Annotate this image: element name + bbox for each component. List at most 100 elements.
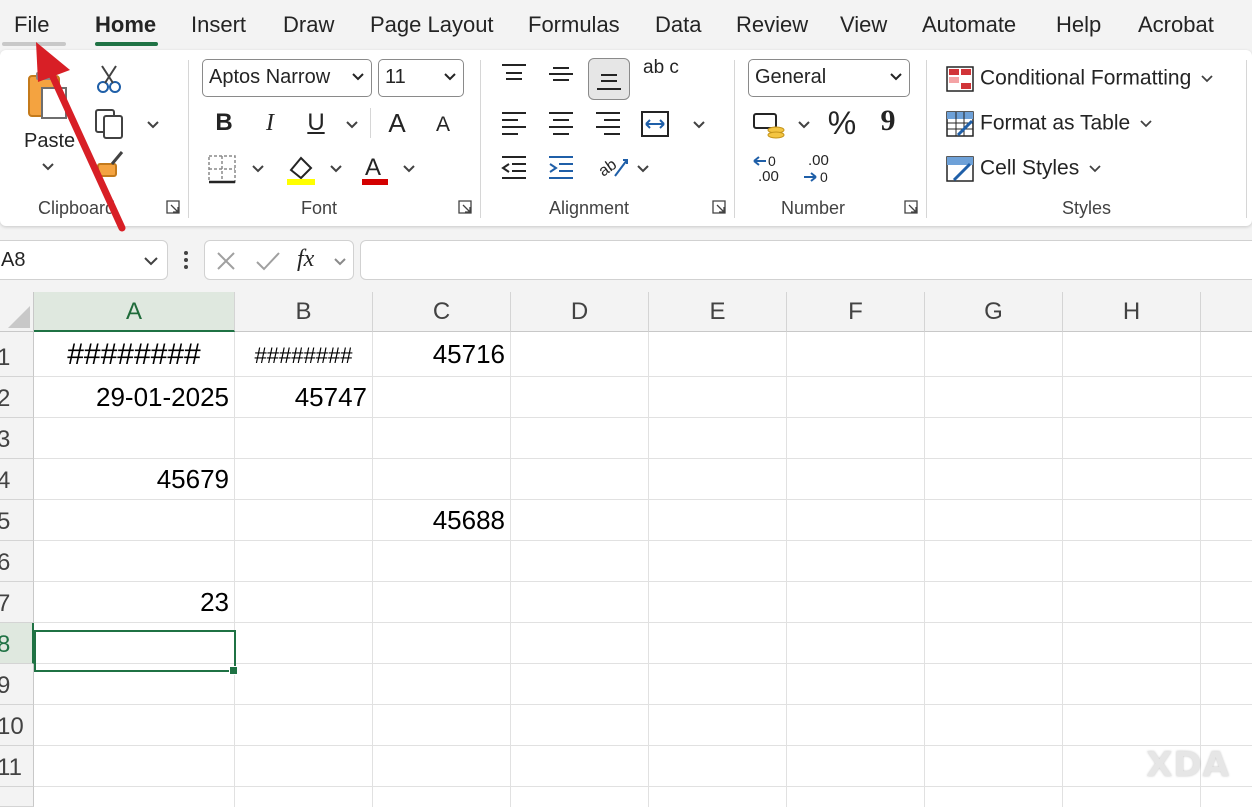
chevron-down-icon[interactable] xyxy=(345,120,359,130)
tab-acrobat[interactable]: Acrobat xyxy=(1138,12,1214,38)
chevron-down-icon[interactable] xyxy=(251,164,265,174)
decrease-indent-icon[interactable] xyxy=(500,154,528,182)
tab-automate[interactable]: Automate xyxy=(922,12,1016,38)
column-header-g[interactable]: G xyxy=(925,292,1063,332)
top-align-icon[interactable] xyxy=(500,62,528,86)
dialog-launcher-icon[interactable] xyxy=(712,200,726,214)
bottom-align-button[interactable] xyxy=(588,58,630,100)
column-header-a[interactable]: A xyxy=(34,292,235,332)
cell-c5[interactable]: 45688 xyxy=(373,500,511,541)
font-name-dropdown[interactable]: Aptos Narrow xyxy=(202,59,372,97)
chevron-down-icon[interactable] xyxy=(146,120,160,130)
cut-icon[interactable] xyxy=(96,64,122,94)
decrease-font-size-button[interactable]: A xyxy=(430,110,456,140)
chevron-down-icon[interactable] xyxy=(143,256,159,266)
comma-style-button[interactable]: 9 xyxy=(876,106,900,136)
column-header-d[interactable]: D xyxy=(511,292,649,332)
tab-formulas[interactable]: Formulas xyxy=(528,12,620,38)
more-options-icon[interactable] xyxy=(182,250,190,270)
row-header-12[interactable] xyxy=(0,787,34,807)
middle-align-icon[interactable] xyxy=(547,62,575,86)
chevron-down-icon[interactable] xyxy=(692,120,706,130)
column-header-b[interactable]: B xyxy=(235,292,373,332)
name-box[interactable]: A8 xyxy=(0,240,168,280)
insert-function-button[interactable]: fx xyxy=(297,246,314,273)
merge-center-icon[interactable] xyxy=(640,110,670,138)
bold-button[interactable]: B xyxy=(212,108,236,138)
cell-b1[interactable]: ######## xyxy=(235,332,373,377)
row-header-9[interactable]: 9 xyxy=(0,664,34,705)
cell-styles-button[interactable]: Cell Styles xyxy=(946,156,1101,182)
tab-home[interactable]: Home xyxy=(95,12,156,38)
increase-font-size-button[interactable]: A xyxy=(382,108,412,138)
cell-a1[interactable]: ######## xyxy=(34,332,235,377)
align-right-icon[interactable] xyxy=(594,110,622,136)
accounting-format-icon[interactable] xyxy=(752,110,786,140)
fill-handle[interactable] xyxy=(229,666,238,675)
row-header-1[interactable]: 1 xyxy=(0,332,34,377)
column-header-f[interactable]: F xyxy=(787,292,925,332)
tab-data[interactable]: Data xyxy=(655,12,701,38)
align-left-icon[interactable] xyxy=(500,110,528,136)
format-painter-icon[interactable] xyxy=(96,150,126,180)
font-color-icon[interactable]: A xyxy=(360,152,390,186)
paste-button[interactable]: Paste xyxy=(24,130,75,153)
tab-help[interactable]: Help xyxy=(1056,12,1101,38)
wrap-text-icon[interactable]: ab c xyxy=(643,58,679,77)
chevron-down-icon[interactable] xyxy=(797,120,811,130)
row-header-3[interactable]: 3 xyxy=(0,418,34,459)
number-format-dropdown[interactable]: General xyxy=(748,59,910,97)
decrease-decimal-button[interactable]: .00 0 xyxy=(802,152,838,188)
cell-a2[interactable]: 29-01-2025 xyxy=(34,377,235,418)
italic-button[interactable]: I xyxy=(258,108,282,138)
tab-draw[interactable]: Draw xyxy=(283,12,334,38)
cell-a7[interactable]: 23 xyxy=(34,582,235,623)
active-cell-a8[interactable] xyxy=(34,630,236,672)
tab-file[interactable]: File xyxy=(14,12,49,38)
row-header-6[interactable]: 6 xyxy=(0,541,34,582)
row-header-5[interactable]: 5 xyxy=(0,500,34,541)
chevron-down-icon[interactable] xyxy=(402,164,416,174)
column-header-h[interactable]: H xyxy=(1063,292,1201,332)
copy-icon[interactable] xyxy=(94,108,126,140)
paste-icon[interactable] xyxy=(26,70,70,122)
row-header-10[interactable]: 10 xyxy=(0,705,34,746)
cell-c1[interactable]: 45716 xyxy=(373,332,511,377)
row-header-11[interactable]: 11 xyxy=(0,746,34,787)
chevron-down-icon[interactable] xyxy=(636,164,650,174)
tab-view[interactable]: View xyxy=(840,12,887,38)
row-header-7[interactable]: 7 xyxy=(0,582,34,623)
orientation-icon[interactable]: ab xyxy=(597,150,631,182)
cell-a4[interactable]: 45679 xyxy=(34,459,235,500)
column-header-i[interactable] xyxy=(1201,292,1252,332)
dialog-launcher-icon[interactable] xyxy=(458,200,472,214)
format-as-table-button[interactable]: Format as Table xyxy=(946,111,1152,137)
increase-decimal-button[interactable]: 0 .00 xyxy=(752,152,788,188)
percent-style-button[interactable]: % xyxy=(826,107,858,139)
column-header-e[interactable]: E xyxy=(649,292,787,332)
select-all-button[interactable] xyxy=(0,292,34,332)
underline-button[interactable]: U xyxy=(304,108,328,138)
tab-review[interactable]: Review xyxy=(736,12,808,38)
cancel-icon[interactable] xyxy=(215,250,237,272)
increase-indent-icon[interactable] xyxy=(547,154,575,182)
column-header-c[interactable]: C xyxy=(373,292,511,332)
chevron-down-icon[interactable] xyxy=(333,257,347,267)
row-header-2[interactable]: 2 xyxy=(0,377,34,418)
dialog-launcher-icon[interactable] xyxy=(904,200,918,214)
row-header-4[interactable]: 4 xyxy=(0,459,34,500)
align-center-icon[interactable] xyxy=(547,110,575,136)
chevron-down-icon[interactable] xyxy=(329,164,343,174)
conditional-formatting-button[interactable]: Conditional Formatting xyxy=(946,66,1213,92)
formula-input[interactable] xyxy=(360,240,1252,280)
borders-icon[interactable] xyxy=(207,154,237,184)
row-header-8[interactable]: 8 xyxy=(0,623,34,664)
fill-color-icon[interactable] xyxy=(285,152,317,186)
worksheet-grid[interactable]: A B C D E F G H 1 2 3 4 5 6 7 8 9 10 11 xyxy=(0,292,1252,807)
font-size-dropdown[interactable]: 11 xyxy=(378,59,464,97)
dialog-launcher-icon[interactable] xyxy=(166,200,180,214)
chevron-down-icon[interactable] xyxy=(41,162,55,172)
enter-check-icon[interactable] xyxy=(255,250,281,272)
tab-insert[interactable]: Insert xyxy=(191,12,246,38)
tab-page-layout[interactable]: Page Layout xyxy=(370,12,494,38)
